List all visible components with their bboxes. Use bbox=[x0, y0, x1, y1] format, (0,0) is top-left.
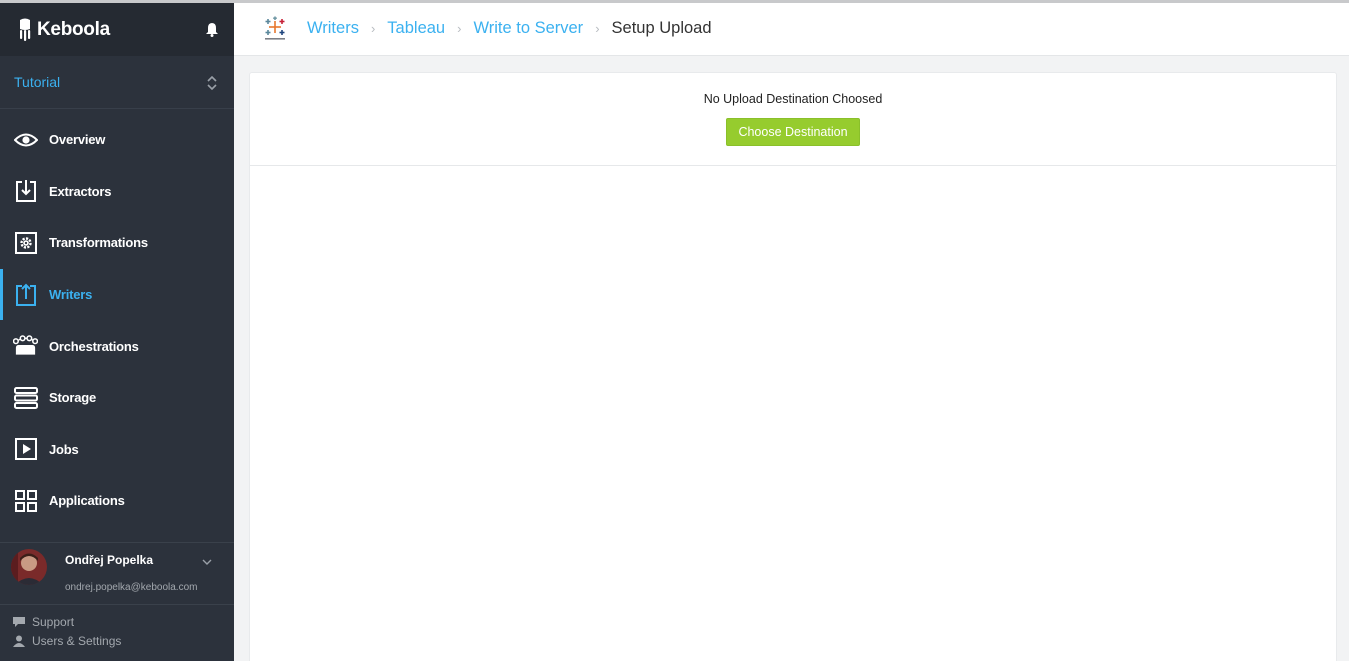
nav-item-orchestrations[interactable]: Orchestrations bbox=[0, 320, 234, 372]
project-selector[interactable]: Tutorial bbox=[0, 56, 234, 109]
nav-label: Applications bbox=[49, 493, 125, 509]
breadcrumb-write-to-server[interactable]: Write to Server bbox=[473, 19, 583, 38]
orchestration-icon bbox=[13, 334, 38, 359]
breadcrumb-tableau[interactable]: Tableau bbox=[387, 19, 445, 38]
nav-label: Orchestrations bbox=[49, 338, 139, 354]
project-name: Tutorial bbox=[14, 74, 61, 90]
nav-label: Storage bbox=[49, 390, 97, 406]
users-settings-link[interactable]: Users & Settings bbox=[12, 634, 121, 648]
user-menu[interactable]: Ondřej Popelka ondrej.popelka@keboola.co… bbox=[0, 542, 234, 605]
download-box-icon bbox=[13, 179, 38, 204]
user-email: ondrej.popelka@keboola.com bbox=[65, 582, 198, 593]
chevron-right-icon: › bbox=[595, 21, 600, 36]
nav-label: Overview bbox=[49, 132, 106, 148]
play-box-icon bbox=[13, 437, 38, 462]
window-top-border bbox=[0, 0, 1349, 3]
nav-item-jobs[interactable]: Jobs bbox=[0, 424, 234, 476]
eye-icon bbox=[13, 127, 38, 152]
upload-box-icon bbox=[13, 282, 38, 307]
empty-state-message: No Upload Destination Choosed bbox=[703, 92, 883, 106]
brand[interactable]: Keboola bbox=[0, 3, 234, 56]
chevron-down-icon[interactable] bbox=[202, 559, 212, 566]
avatar bbox=[11, 549, 47, 585]
keboola-logo-icon bbox=[20, 18, 31, 41]
content-card: No Upload Destination Choosed Choose Des… bbox=[249, 72, 1337, 661]
nav-item-storage[interactable]: Storage bbox=[0, 372, 234, 424]
nav-label: Transformations bbox=[49, 235, 148, 251]
chat-icon bbox=[12, 616, 25, 629]
nav-label: Extractors bbox=[49, 183, 112, 199]
nav-label: Writers bbox=[49, 287, 93, 303]
chevron-right-icon: › bbox=[370, 21, 376, 36]
nav-item-writers[interactable]: Writers bbox=[0, 268, 234, 321]
nav-item-extractors[interactable]: Extractors bbox=[0, 166, 234, 218]
nav-label: Jobs bbox=[49, 441, 79, 457]
upload-destination-section: No Upload Destination Choosed Choose Des… bbox=[250, 73, 1336, 166]
gear-box-icon bbox=[13, 230, 38, 255]
main-nav: Overview Extractors Transformations Writ… bbox=[0, 109, 234, 527]
support-label: Support bbox=[32, 615, 75, 629]
nav-item-applications[interactable]: Applications bbox=[0, 475, 234, 527]
nav-item-transformations[interactable]: Transformations bbox=[0, 217, 234, 269]
breadcrumb: Writers › Tableau › Write to Server › Se… bbox=[307, 19, 712, 38]
page-header: Writers › Tableau › Write to Server › Se… bbox=[234, 3, 1349, 56]
page-title: Setup Upload bbox=[611, 19, 712, 37]
users-settings-label: Users & Settings bbox=[32, 634, 122, 648]
breadcrumb-writers[interactable]: Writers bbox=[307, 19, 359, 38]
grid-icon bbox=[13, 488, 38, 513]
tableau-icon bbox=[265, 16, 285, 40]
sidebar: Keboola Tutorial Overview Extractors Tra… bbox=[0, 3, 234, 661]
user-icon bbox=[12, 635, 25, 648]
chevron-right-icon: › bbox=[457, 21, 462, 36]
bell-icon[interactable] bbox=[205, 22, 219, 37]
user-name: Ondřej Popelka bbox=[65, 553, 154, 567]
chevron-updown-icon bbox=[207, 76, 217, 90]
support-link[interactable]: Support bbox=[12, 615, 74, 629]
nav-item-overview[interactable]: Overview bbox=[0, 114, 234, 166]
app-name: Keboola bbox=[37, 18, 110, 40]
storage-icon bbox=[13, 385, 38, 410]
choose-destination-button[interactable]: Choose Destination bbox=[726, 118, 860, 146]
